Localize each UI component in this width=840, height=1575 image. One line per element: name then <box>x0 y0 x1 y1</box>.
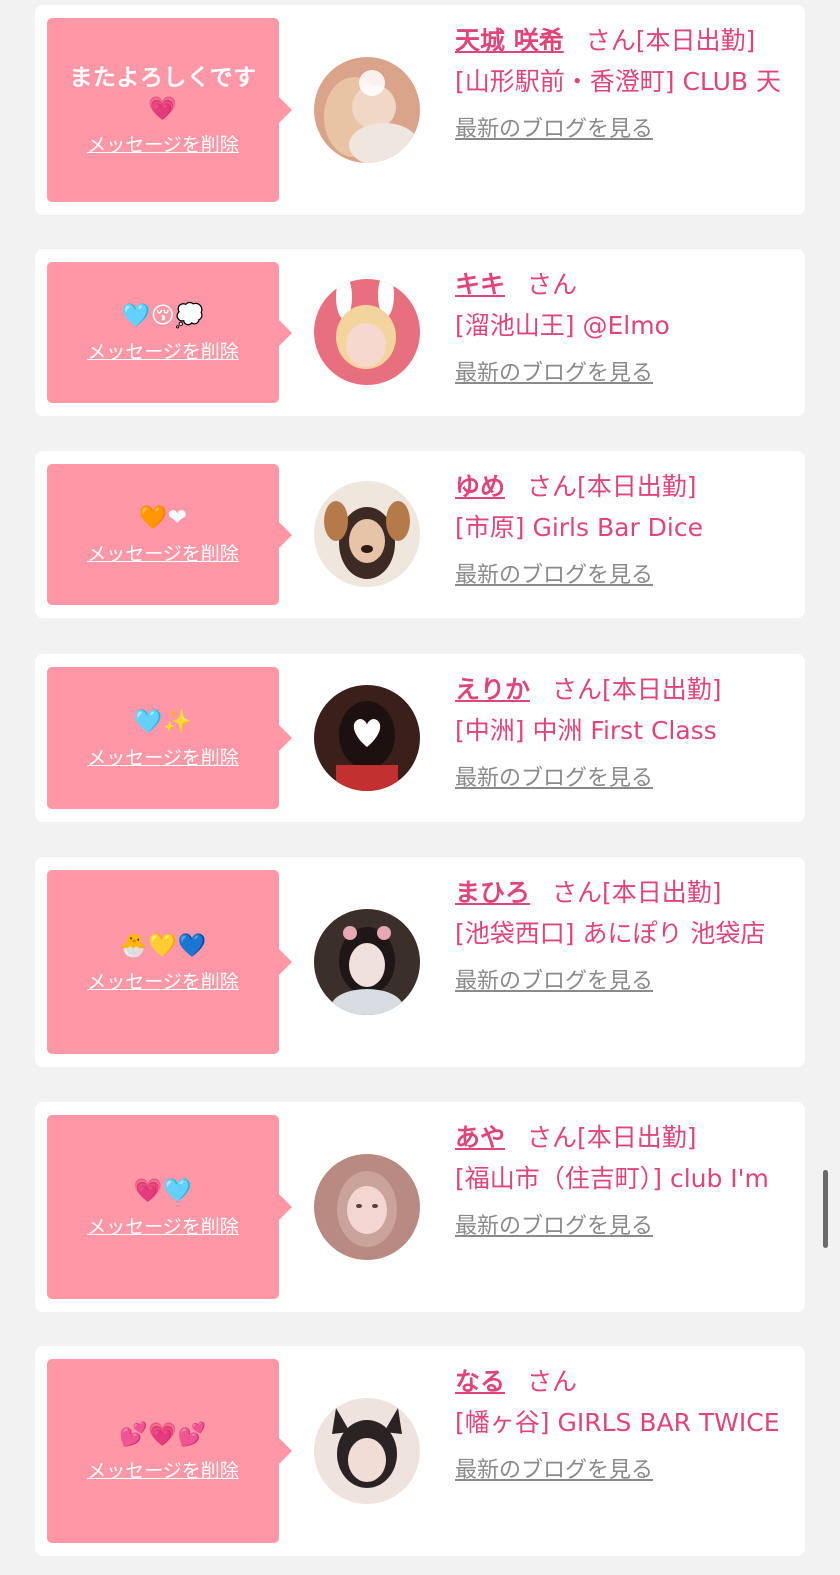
message-card: 🩵✨ メッセージを削除 えりか さん[本日出勤] [中洲] 中洲 First Cl… <box>35 654 805 822</box>
message-bubble: 🩵✨ メッセージを削除 <box>47 667 292 809</box>
avatar[interactable] <box>314 57 420 163</box>
honorific: さん <box>585 26 636 55</box>
delete-message-button[interactable]: メッセージを削除 <box>87 542 239 566</box>
delete-message-button[interactable]: メッセージを削除 <box>87 340 239 364</box>
cast-name-link[interactable]: ゆめ <box>455 472 505 501</box>
latest-blog-link[interactable]: 最新のブログを見る <box>455 358 795 390</box>
message-card: 🐣💛💙 メッセージを削除 まひろ さん[本日出勤] [池袋西口] あにぽり 池袋店… <box>35 857 805 1067</box>
latest-blog-link[interactable]: 最新のブログを見る <box>455 763 795 795</box>
card-info: えりか さん[本日出勤] [中洲] 中洲 First Class 最新のブログを見… <box>455 670 795 795</box>
shop-name: [池袋西口] あにぽり 池袋店 <box>455 919 766 948</box>
status-badge: [本日出勤] <box>635 26 756 55</box>
message-bubble: 🧡❤ メッセージを削除 <box>47 464 292 605</box>
avatar-photo-icon <box>314 279 420 385</box>
honorific: さん <box>527 1367 578 1396</box>
delete-message-button[interactable]: メッセージを削除 <box>87 1215 239 1239</box>
message-text: またよろしくです💗 <box>69 65 257 122</box>
avatar-photo-icon <box>314 57 420 163</box>
message-card: 🧡❤ メッセージを削除 ゆめ さん[本日出勤] [市原] Girls Bar Di… <box>35 451 805 618</box>
delete-message-button[interactable]: メッセージを削除 <box>87 1459 239 1483</box>
avatar-photo-icon <box>314 909 420 1015</box>
message-bubble: またよろしくです💗 メッセージを削除 <box>47 18 292 202</box>
avatar[interactable] <box>314 1154 420 1260</box>
latest-blog-link[interactable]: 最新のブログを見る <box>455 966 795 998</box>
avatar-photo-icon <box>314 685 420 791</box>
card-info: なる さん [幡ヶ谷] GIRLS BAR TWICE 最新のブログを見る <box>455 1362 795 1487</box>
avatar-photo-icon <box>314 1398 420 1504</box>
message-text: 🩵✨ <box>133 708 193 735</box>
avatar[interactable] <box>314 481 420 587</box>
honorific: さん <box>527 1123 578 1152</box>
honorific: さん <box>527 270 578 299</box>
latest-blog-link[interactable]: 最新のブログを見る <box>455 1211 795 1243</box>
card-info: キキ さん [溜池山王] @Elmo 最新のブログを見る <box>455 265 795 390</box>
cast-name-link[interactable]: まひろ <box>455 878 530 907</box>
honorific: さん <box>527 472 578 501</box>
message-bubble: 🐣💛💙 メッセージを削除 <box>47 870 292 1054</box>
avatar[interactable] <box>314 685 420 791</box>
latest-blog-link[interactable]: 最新のブログを見る <box>455 1455 795 1487</box>
message-text: 🧡❤ <box>138 505 188 531</box>
honorific: さん <box>552 675 603 704</box>
delete-message-button[interactable]: メッセージを削除 <box>87 970 239 994</box>
status-badge: [本日出勤] <box>602 675 722 704</box>
message-text: 💕💗💕 <box>119 1421 207 1448</box>
card-info: ゆめ さん[本日出勤] [市原] Girls Bar Dice 最新のブログを見る <box>455 467 795 592</box>
shop-name: [市原] Girls Bar Dice <box>455 513 703 542</box>
shop-name: [幡ヶ谷] GIRLS BAR TWICE <box>455 1408 780 1437</box>
cast-name-link[interactable]: キキ <box>455 270 505 299</box>
message-card: 💗🩵 メッセージを削除 あや さん[本日出勤] [福山市（住吉町）] club I… <box>35 1102 805 1312</box>
shop-name: [溜池山王] @Elmo <box>455 311 670 340</box>
cast-name-link[interactable]: 天城 咲希 <box>455 26 564 55</box>
message-bubble: 🩵😚💭 メッセージを削除 <box>47 262 292 403</box>
status-badge: [本日出勤] <box>577 472 697 501</box>
cast-name-link[interactable]: なる <box>455 1367 505 1396</box>
avatar[interactable] <box>314 279 420 385</box>
latest-blog-link[interactable]: 最新のブログを見る <box>455 114 795 146</box>
avatar[interactable] <box>314 1398 420 1504</box>
latest-blog-link[interactable]: 最新のブログを見る <box>455 560 795 592</box>
delete-message-button[interactable]: メッセージを削除 <box>87 133 239 157</box>
message-bubble: 💕💗💕 メッセージを削除 <box>47 1359 292 1543</box>
status-badge: [本日出勤] <box>577 1123 697 1152</box>
card-info: まひろ さん[本日出勤] [池袋西口] あにぽり 池袋店 最新のブログを見る <box>455 873 795 998</box>
honorific: さん <box>552 878 603 907</box>
card-info: あや さん[本日出勤] [福山市（住吉町）] club I'm 最新のブログを見る <box>455 1118 795 1243</box>
cast-name-link[interactable]: えりか <box>455 675 530 704</box>
avatar[interactable] <box>314 909 420 1015</box>
message-card: 🩵😚💭 メッセージを削除 キキ さん [溜池山王] @Elmo 最新のブログを見る <box>35 249 805 416</box>
delete-message-button[interactable]: メッセージを削除 <box>87 746 239 770</box>
cast-name-link[interactable]: あや <box>455 1123 505 1152</box>
message-text: 🩵😚💭 <box>121 303 205 329</box>
message-bubble: 💗🩵 メッセージを削除 <box>47 1115 292 1299</box>
message-text: 🐣💛💙 <box>119 932 207 959</box>
status-badge: [本日出勤] <box>602 878 722 907</box>
avatar-photo-icon <box>314 481 420 587</box>
avatar-photo-icon <box>314 1154 420 1260</box>
shop-name: [山形駅前・香澄町] CLUB 天 <box>455 67 781 96</box>
scrollbar[interactable] <box>823 1170 828 1248</box>
message-text: 💗🩵 <box>133 1177 193 1204</box>
shop-name: [中洲] 中洲 First Class <box>455 716 717 745</box>
message-card: 💕💗💕 メッセージを削除 なる さん [幡ヶ谷] GIRLS BAR TWICE … <box>35 1346 805 1556</box>
shop-name: [福山市（住吉町）] club I'm <box>455 1164 769 1193</box>
message-card: またよろしくです💗 メッセージを削除 天城 咲希 さん[本日出勤] [山形駅前・香… <box>35 5 805 215</box>
card-info: 天城 咲希 さん[本日出勤] [山形駅前・香澄町] CLUB 天 最新のブログを見… <box>455 21 795 146</box>
